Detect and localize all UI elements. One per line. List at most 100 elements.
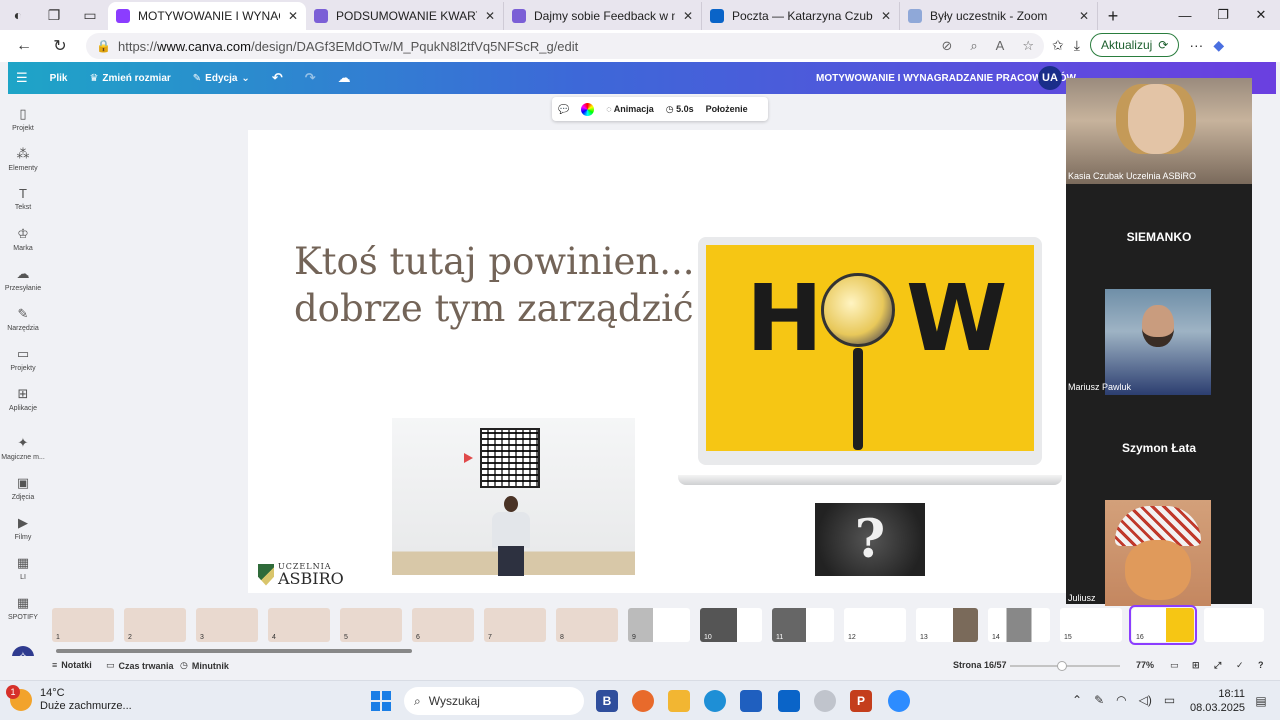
participant-name-tile[interactable]: Szymon Łata: [1066, 441, 1252, 455]
favorite-star-icon[interactable]: ☆: [1022, 38, 1034, 54]
maze-person-image[interactable]: [392, 418, 635, 576]
cloud-saved-icon[interactable]: ☁: [338, 70, 351, 86]
wifi-icon[interactable]: ◠: [1116, 693, 1126, 707]
check-icon[interactable]: ✓: [1236, 660, 1244, 671]
sidebar-item-narzedzia[interactable]: ✎ Narzędzia: [0, 306, 46, 332]
sidebar-item-magiczne[interactable]: ✦ Magiczne m...: [0, 435, 46, 461]
browser-tab-poczta[interactable]: Poczta — Katarzyna Czubak — O... ✕: [702, 2, 900, 30]
zoom-percent[interactable]: 77%: [1136, 660, 1154, 670]
slide-thumbnail[interactable]: 9: [628, 608, 690, 642]
document-title[interactable]: MOTYWOWANIE I WYNAGRADZANIE PRACOWNIKÓW: [816, 73, 1076, 84]
sidebar-item-tekst[interactable]: T Tekst: [0, 186, 46, 211]
zoom-slider-knob[interactable]: [1056, 661, 1067, 671]
taskbar-search[interactable]: ⌕ Wyszukaj: [404, 687, 584, 715]
slide-thumbnail[interactable]: 14: [988, 608, 1050, 642]
slide-thumbnail[interactable]: 5: [340, 608, 402, 642]
hamburger-menu-icon[interactable]: ☰: [16, 70, 28, 86]
slide-thumbnail[interactable]: 6: [412, 608, 474, 642]
color-wheel-icon[interactable]: [581, 102, 595, 116]
duration-button[interactable]: ▭ Czas trwania: [106, 660, 174, 671]
windows-start-icon[interactable]: [371, 691, 391, 711]
battery-icon[interactable]: ▭: [1164, 693, 1175, 707]
slide-thumbnail[interactable]: 4: [268, 608, 330, 642]
minimize-icon[interactable]: —: [1166, 0, 1204, 30]
slide-thumbnail[interactable]: 10: [700, 608, 762, 642]
notifications-icon[interactable]: ▤: [1250, 690, 1272, 712]
zoom-slider[interactable]: [1010, 661, 1120, 671]
tab-actions-icon[interactable]: ▭: [72, 0, 108, 30]
close-tab-icon[interactable]: ✕: [683, 9, 693, 23]
volume-icon[interactable]: ◁): [1139, 693, 1152, 707]
page-view-icon[interactable]: ▭: [1170, 660, 1179, 671]
lock-icon[interactable]: 🔒: [96, 39, 118, 53]
favorites-icon[interactable]: ✩: [1052, 37, 1064, 54]
update-button[interactable]: Aktualizuj ⟳: [1089, 33, 1180, 57]
slide-thumbnail[interactable]: [1204, 608, 1264, 642]
app-b-icon[interactable]: B: [596, 690, 618, 712]
notes-button[interactable]: ≡ Notatki: [52, 660, 92, 670]
animation-button[interactable]: ◌ Animacja: [606, 104, 654, 114]
sidebar-item-przesylanie[interactable]: ☁ Przesyłanie: [0, 266, 46, 292]
participant-name-tile[interactable]: SIEMANKO: [1066, 230, 1252, 244]
address-bar[interactable]: 🔒 https://www.canva.com/design/DAGf3EMdO…: [86, 33, 1044, 59]
slide-thumbnail[interactable]: 7: [484, 608, 546, 642]
sidebar-item-projekty[interactable]: ▭ Projekty: [0, 346, 46, 372]
slide-title[interactable]: Ktoś tutaj powinien... dobrze tym zarząd…: [294, 238, 714, 332]
sidebar-item-projekt[interactable]: ▯ Projekt: [0, 106, 46, 132]
powerpoint-icon[interactable]: P: [850, 690, 872, 712]
taskbar-clock[interactable]: 18:11 08.03.2025: [1190, 687, 1245, 715]
fullscreen-icon[interactable]: ⤢: [1214, 660, 1221, 671]
slide-thumbnail[interactable]: 1: [52, 608, 114, 642]
position-button[interactable]: Położenie: [706, 104, 748, 114]
browser-tab-zoom[interactable]: Były uczestnik - Zoom ✕: [900, 2, 1098, 30]
read-aloud-icon[interactable]: A: [996, 38, 1005, 54]
help-icon[interactable]: ?: [1258, 660, 1264, 670]
participant-video-mariusz[interactable]: [1105, 289, 1211, 395]
sidebar-item-elementy[interactable]: ⁂ Elementy: [0, 146, 46, 172]
slide-thumbnail[interactable]: 2: [124, 608, 186, 642]
tray-chevron-icon[interactable]: ⌃: [1072, 693, 1082, 707]
firefox-icon[interactable]: [632, 690, 654, 712]
resize-menu[interactable]: ♛ Zmień rozmiar: [89, 73, 170, 84]
edit-menu[interactable]: ✎ Edycja ⌄: [193, 73, 250, 84]
close-tab-icon[interactable]: ✕: [881, 9, 891, 23]
reload-button[interactable]: ↻: [42, 30, 78, 62]
sidebar-item-filmy[interactable]: ▶ Filmy: [0, 515, 46, 541]
close-tab-icon[interactable]: ✕: [1079, 9, 1089, 23]
laptop-how-image[interactable]: H W: [698, 237, 1042, 465]
browser-tab-motywowanie[interactable]: MOTYWOWANIE I WYNAGRADZ... ✕: [108, 2, 306, 30]
close-window-icon[interactable]: ✕: [1242, 0, 1280, 30]
comment-add-icon[interactable]: 💬: [558, 104, 569, 115]
back-button[interactable]: ←: [6, 30, 42, 62]
close-tab-icon[interactable]: ✕: [485, 9, 495, 23]
grid-view-icon[interactable]: ⊞: [1192, 660, 1200, 671]
redo-icon[interactable]: ↷: [305, 70, 316, 86]
app-circle-icon[interactable]: [814, 690, 836, 712]
slide-thumbnail[interactable]: 8: [556, 608, 618, 642]
slide-thumbnail[interactable]: 11: [772, 608, 834, 642]
undo-icon[interactable]: ↶: [272, 70, 283, 86]
browser-tab-podsumowanie[interactable]: PODSUMOWANIE KWARTAŁU I 2... ✕: [306, 2, 504, 30]
question-mark-image[interactable]: ?: [815, 503, 925, 576]
slide-thumbnail[interactable]: 3: [196, 608, 258, 642]
slide-thumbnail[interactable]: 15: [1060, 608, 1122, 642]
pen-icon[interactable]: ✎: [1094, 693, 1104, 707]
sidebar-item-spotify[interactable]: ▦ SPOTIFY: [0, 595, 46, 621]
outlook-icon[interactable]: [778, 690, 800, 712]
new-tab-button[interactable]: +: [1098, 2, 1128, 30]
slide-thumbnail[interactable]: 13: [916, 608, 978, 642]
avatar[interactable]: UA: [1038, 66, 1062, 90]
close-tab-icon[interactable]: ✕: [288, 9, 298, 23]
store-icon[interactable]: [740, 690, 762, 712]
browser-tab-feedback[interactable]: Dajmy sobie Feedback w naszym... ✕: [504, 2, 702, 30]
file-explorer-icon[interactable]: [668, 690, 690, 712]
timer-button[interactable]: ◷ Minutnik: [180, 660, 229, 671]
duration-button[interactable]: ◷ 5.0s: [666, 104, 694, 115]
sidebar-item-marka[interactable]: ♔ Marka: [0, 226, 46, 252]
workspaces-icon[interactable]: ❐: [36, 0, 72, 30]
participant-video-juliusz[interactable]: [1105, 500, 1211, 606]
slide-canvas[interactable]: Ktoś tutaj powinien... dobrze tym zarząd…: [248, 130, 1066, 593]
slide-thumbnail[interactable]: 12: [844, 608, 906, 642]
copilot-icon[interactable]: ◆: [1213, 37, 1224, 54]
slide-thumbnail-selected[interactable]: 16: [1129, 605, 1197, 645]
